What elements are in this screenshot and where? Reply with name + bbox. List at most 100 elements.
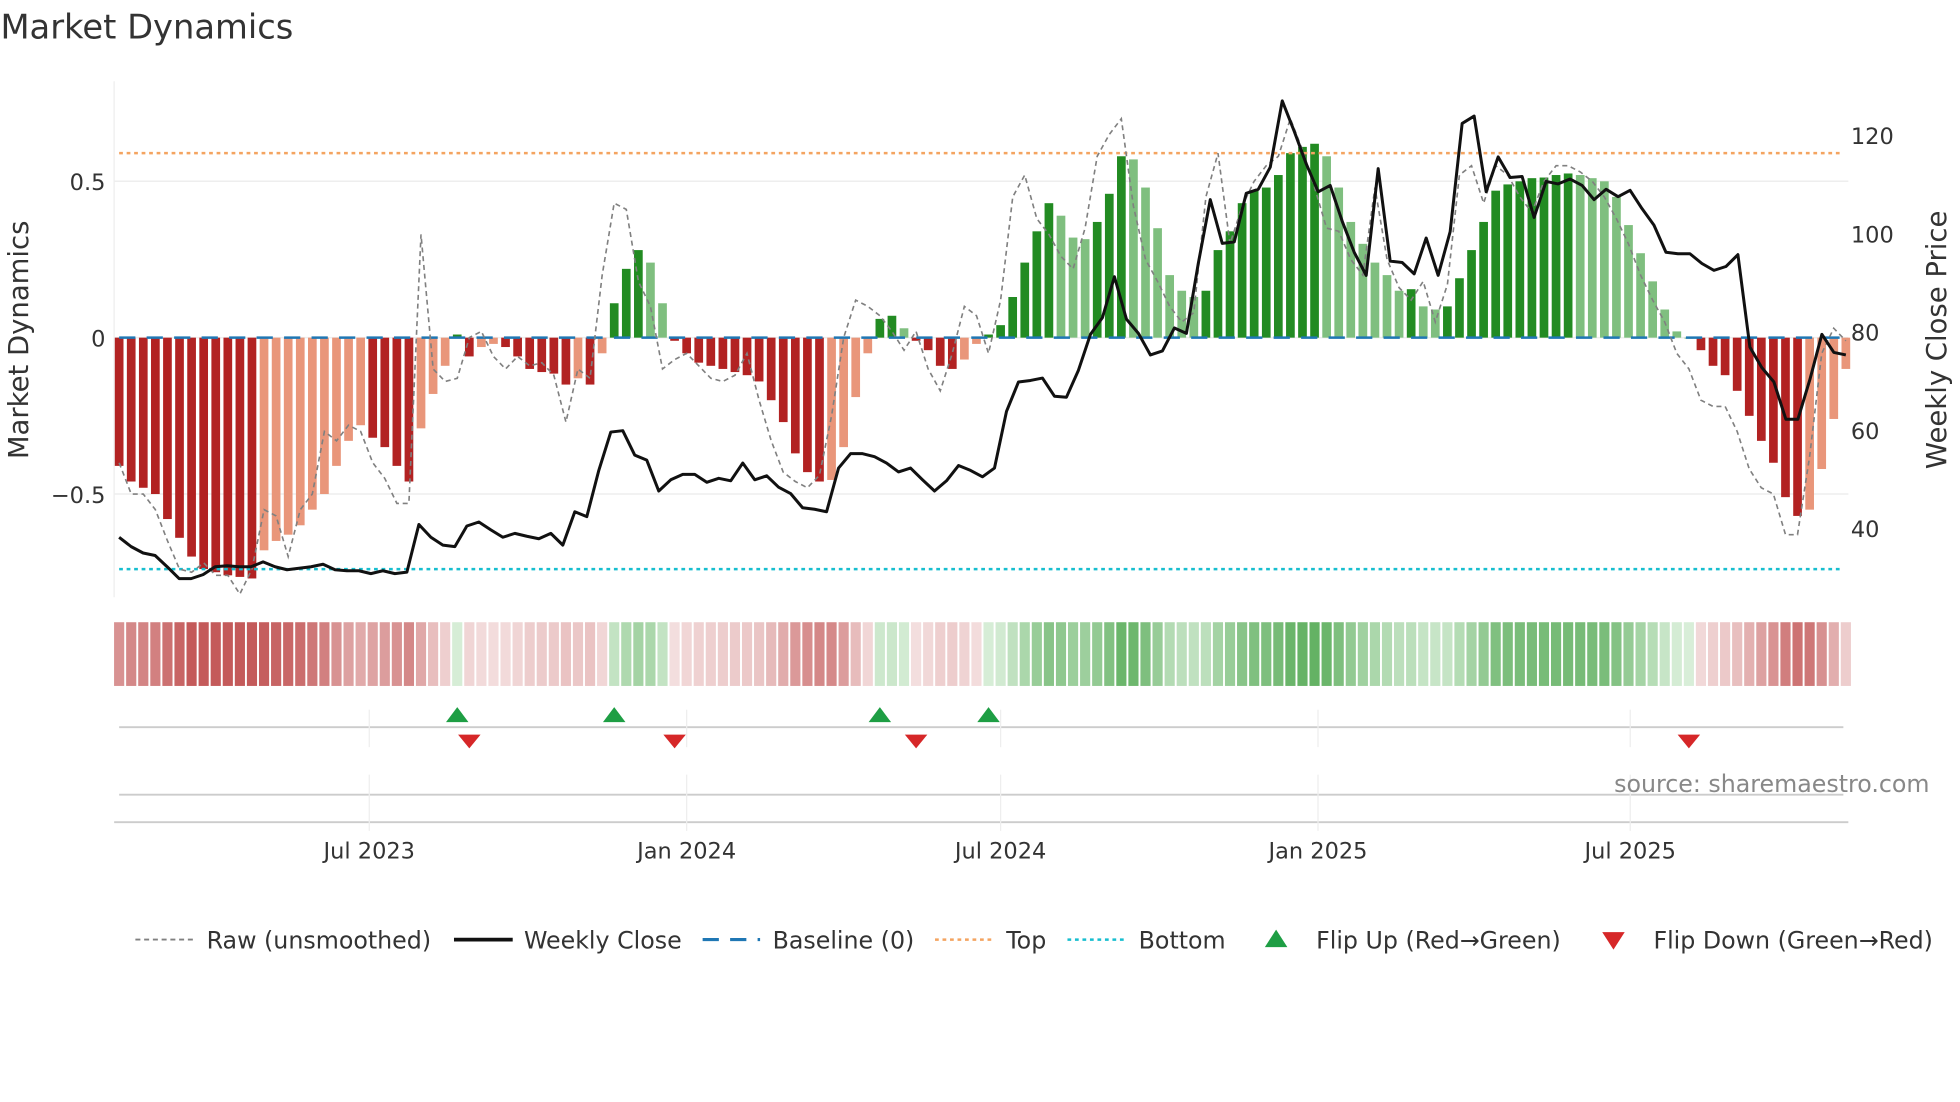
heat-cell <box>428 622 439 686</box>
y-right-tick-label: 80 <box>1851 321 1880 347</box>
x-tick-label: Jul 2024 <box>953 838 1046 864</box>
flip-down-marker <box>458 734 481 749</box>
bar <box>1503 184 1513 338</box>
heat-cell <box>1526 622 1537 686</box>
heat-cell <box>1563 622 1574 686</box>
heat-cell <box>862 622 873 686</box>
heat-cell <box>572 622 584 686</box>
heat-cell <box>766 622 777 686</box>
y-tick-label: −0.5 <box>51 483 106 509</box>
bar <box>718 337 728 369</box>
heat-cell <box>995 622 1006 686</box>
bar <box>1225 231 1235 338</box>
bar <box>851 337 861 398</box>
bar <box>1370 262 1380 338</box>
heat-cell <box>114 622 125 686</box>
bar <box>658 303 667 338</box>
heat-cell <box>1466 622 1477 686</box>
heat-cell <box>1224 622 1236 686</box>
heat-cell <box>355 622 366 686</box>
bar <box>1769 337 1778 463</box>
bar <box>1563 173 1573 338</box>
heat-cell <box>874 622 885 686</box>
heat-cell <box>886 622 898 686</box>
heat-cell <box>826 622 837 686</box>
heat-cell <box>959 622 970 686</box>
bar <box>923 337 933 351</box>
bar <box>1068 237 1078 338</box>
flip-down-marker <box>663 734 686 749</box>
heat-cell <box>850 622 861 686</box>
heat-cell <box>1768 622 1779 686</box>
x-tick-label: Jan 2024 <box>635 838 736 864</box>
heat-cell <box>681 622 692 686</box>
bar <box>1479 221 1488 338</box>
right-axis-label: Weekly Close Price <box>1921 211 1953 469</box>
heat-cell <box>1587 622 1598 686</box>
heat-cell <box>729 622 741 686</box>
heat-cell <box>705 622 716 686</box>
bar <box>126 337 136 482</box>
heat-cell <box>210 622 221 686</box>
heat-cell <box>1116 622 1127 686</box>
heat-cell <box>1732 622 1743 686</box>
heat-cell <box>488 622 499 686</box>
bar <box>259 337 269 551</box>
bar <box>138 337 148 488</box>
y-right-tick-label: 120 <box>1851 124 1894 150</box>
heat-cell <box>331 622 342 686</box>
heat-cell <box>1514 622 1525 686</box>
heat-cell <box>935 622 946 686</box>
bar <box>754 337 764 382</box>
legend-raw: Raw (unsmoothed) <box>207 926 431 954</box>
y-right-tick-label: 100 <box>1851 222 1894 248</box>
heat-cell <box>1297 622 1308 686</box>
heat-cell <box>319 622 330 686</box>
bar <box>1394 290 1404 338</box>
heat-cell <box>464 622 475 686</box>
close-line <box>118 99 1847 581</box>
heat-cell <box>1442 622 1453 686</box>
heat-cell <box>947 622 958 686</box>
x-tick-label: Jan 2025 <box>1267 838 1368 864</box>
heat-cell <box>584 622 596 686</box>
bar <box>1153 228 1162 338</box>
heat-cell <box>1502 622 1513 686</box>
heat-cell <box>741 622 753 686</box>
bar <box>1720 337 1730 376</box>
bar <box>634 250 643 338</box>
heat-cell <box>1261 622 1272 686</box>
flip-down-legend-icon <box>1602 932 1625 950</box>
heat-cell <box>1369 622 1381 686</box>
heat-cell <box>222 622 233 686</box>
bar <box>477 337 486 348</box>
heat-cell <box>403 622 415 686</box>
heat-cell <box>1394 622 1405 686</box>
bar <box>187 337 196 557</box>
heat-cell <box>971 622 982 686</box>
bar <box>151 337 160 495</box>
heat-cell <box>898 622 910 686</box>
bar <box>211 337 221 573</box>
bar <box>815 337 824 482</box>
bar <box>1044 203 1054 338</box>
source-label: source: sharemaestro.com <box>1614 770 1929 798</box>
bar <box>996 325 1005 338</box>
heat-cell <box>1176 622 1187 686</box>
bar <box>501 337 510 348</box>
heat-cell <box>693 622 704 686</box>
bar <box>428 337 438 394</box>
right-axis: 120 100 80 60 40 <box>1851 124 1894 543</box>
flip-up-legend-icon <box>1264 929 1288 948</box>
bar <box>1008 297 1018 338</box>
level-lines <box>119 151 1844 571</box>
x-tick-label: Jul 2025 <box>1583 838 1676 864</box>
heat-cell <box>1623 622 1634 686</box>
bar <box>1322 156 1331 338</box>
legend-flip-down: Flip Down (Green→Red) <box>1653 926 1932 954</box>
bar <box>440 337 450 366</box>
heat-cell <box>1406 622 1417 686</box>
heat-cell <box>1381 622 1393 686</box>
bar <box>1648 281 1658 338</box>
bar <box>320 337 329 495</box>
